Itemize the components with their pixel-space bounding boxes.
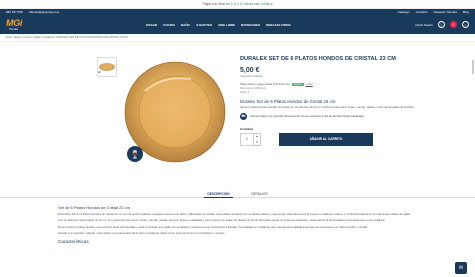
finance-text: Paga ahora o paga desde 0,83 € al mes bbox=[240, 82, 290, 86]
email-link[interactable]: clientes@grupmgi.com bbox=[29, 10, 60, 14]
phone-link[interactable]: 982 537 568 bbox=[6, 10, 23, 14]
menu-item-aire-libre[interactable]: AIRE LIBRE bbox=[218, 23, 235, 27]
promo-bar: Pagar a tu ritmo en 3, 6 o 12 meses con … bbox=[0, 0, 475, 9]
breadcrumb[interactable]: Inicio | Hogar | Cocina | Vajilla y cris… bbox=[0, 34, 475, 42]
product-info: DURALEX SET DE 6 PLATOS HONDOS DE CRISTA… bbox=[240, 56, 430, 146]
quantity-value[interactable]: 1 bbox=[241, 137, 253, 141]
cart-icon[interactable]: 0 bbox=[450, 21, 457, 28]
link-contacto[interactable]: Contacto bbox=[416, 10, 428, 14]
menu-item-hogar[interactable]: HOGAR bbox=[146, 23, 157, 27]
product-stock: Stock: 6 bbox=[240, 91, 250, 94]
tab-descripcion[interactable]: DESCRIPCIÓN bbox=[204, 190, 233, 198]
product-title: DURALEX SET DE 6 PLATOS HONDOS DE CRISTA… bbox=[240, 56, 396, 62]
promo-highlight: 3, 6 o 12 meses bbox=[230, 2, 254, 6]
chat-icon[interactable]: ✉ bbox=[455, 262, 467, 274]
product-subtitle: Duralex Set de 6 Platos Hondos de Crista… bbox=[240, 99, 336, 104]
add-to-cart-button[interactable]: AÑADIR AL CARRITO bbox=[279, 132, 373, 146]
cart-count: 0 bbox=[452, 22, 455, 27]
product-thumbnail[interactable] bbox=[97, 57, 117, 77]
promo-text: Pagar a tu ritmo en bbox=[202, 2, 230, 6]
link-tiendas[interactable]: Nuestras Tiendas bbox=[434, 10, 457, 14]
menu-item-novedades[interactable]: NOVEDADES bbox=[241, 23, 260, 27]
wishlist-icon[interactable]: ♡ bbox=[438, 21, 445, 28]
promo-brand: Cofidis bbox=[260, 2, 270, 6]
site-logo[interactable]: MGi Tiendas bbox=[6, 18, 42, 31]
description-paragraph: Gracias a su tamaño y diseño, estos plat… bbox=[58, 231, 226, 236]
quantity-down-icon[interactable]: ▾ bbox=[254, 139, 260, 145]
features-heading: Características bbox=[58, 238, 89, 244]
shipping-notice-text: Artículo frágil o de grandes dimensiones… bbox=[250, 114, 365, 119]
scrollbar[interactable] bbox=[472, 60, 474, 74]
search-icon[interactable]: ⌕ bbox=[462, 21, 469, 28]
truck-icon: ⛟ bbox=[240, 112, 247, 120]
menu-item-cocina[interactable]: COCINA bbox=[163, 23, 175, 27]
product-reference: Referencia: DU8HLLA bbox=[240, 87, 266, 90]
zoom-icon[interactable]: ⊕ bbox=[98, 70, 102, 74]
product-price: 5,00 € bbox=[240, 67, 260, 74]
logo-main: MGi bbox=[6, 17, 23, 28]
product-description: Set de 6 Platos Hondos de Cristal 23 cm … bbox=[58, 206, 418, 244]
shipping-notice: ⛟ Artículo frágil o de grandes dimension… bbox=[240, 112, 430, 120]
menu-item-juguetes[interactable]: JUGUETES bbox=[196, 23, 212, 27]
main-menu: HOGAR COCINA BAÑO JUGUETES AIRE LIBRE NO… bbox=[146, 23, 291, 27]
link-catalogo[interactable]: Catalogo bbox=[398, 10, 410, 14]
tax-note: Impuestos incluidos bbox=[240, 75, 263, 78]
quantity-label: Cantidad bbox=[240, 126, 253, 131]
description-paragraph: El Duralex Set de 6 Platos Hondos de Cri… bbox=[58, 211, 411, 216]
logo-suffix: Tiendas bbox=[9, 27, 19, 31]
promo-suffix: y bbox=[270, 2, 273, 6]
description-paragraph: El set incluye 6 platos hondos, una solu… bbox=[58, 224, 369, 229]
promo-text-con: con bbox=[254, 2, 260, 6]
quantity-stepper[interactable]: 1 ▴ ▾ bbox=[240, 132, 261, 146]
finance-more-link[interactable]: + info bbox=[306, 82, 313, 86]
menu-item-bano[interactable]: BAÑO bbox=[181, 23, 190, 27]
tab-detalles[interactable]: DETALLES bbox=[249, 190, 271, 198]
finance-row: Paga ahora o paga desde 0,83 € al mes se… bbox=[240, 82, 430, 86]
finance-brand: sequra bbox=[291, 82, 304, 86]
description-heading: Set de 6 Platos Hondos de Cristal 23 cm bbox=[58, 205, 131, 210]
product-short-description: Set de 6 platos hondos Duralex de crista… bbox=[240, 106, 415, 109]
main-nav: MGi Tiendas HOGAR COCINA BAÑO JUGUETES A… bbox=[0, 15, 475, 34]
glassware-badge-icon: 🍷 bbox=[127, 146, 143, 162]
product-tabs: DESCRIPCIÓN DETALLES bbox=[0, 190, 475, 198]
menu-item-rebajas[interactable]: REBAJAS FIRMA bbox=[266, 23, 291, 27]
link-blog[interactable]: Blog bbox=[463, 10, 469, 14]
login-link[interactable]: Iniciar Sesión bbox=[415, 23, 433, 27]
description-paragraph: Con un diámetro aproximado de 23 cm, son… bbox=[58, 218, 386, 223]
